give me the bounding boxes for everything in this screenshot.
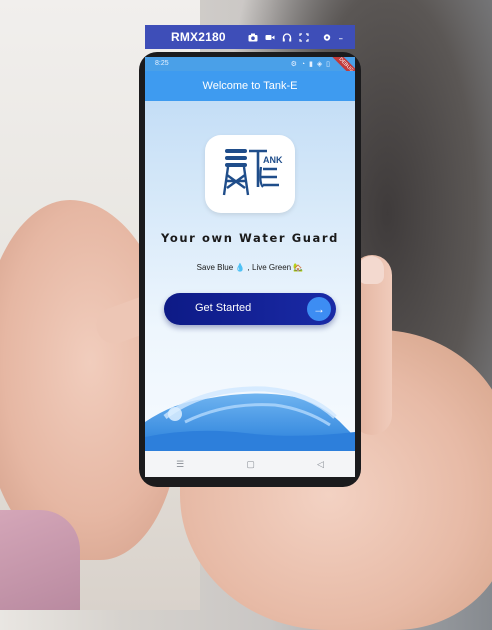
home-button[interactable]: ▢: [246, 459, 255, 470]
recents-button[interactable]: ☰: [176, 459, 184, 470]
get-started-label: Get Started: [195, 302, 252, 314]
video-icon[interactable]: [265, 33, 275, 42]
app-logo: ANK: [205, 135, 295, 213]
status-time: 8:25: [155, 60, 169, 67]
get-started-button[interactable]: Get Started →: [164, 293, 336, 325]
headset-icon[interactable]: [282, 32, 292, 42]
device-toolbar: RMX2180: [145, 25, 355, 49]
app-bar-title: Welcome to Tank-E: [145, 71, 355, 101]
status-icons: ⚙ ◔ ▮ ◈ ▯: [290, 61, 331, 68]
minimize-icon[interactable]: [338, 33, 345, 42]
app-screen: 8:25 ⚙ ◔ ▮ ◈ ▯ DEBUG Welcome to Tank-E A…: [145, 57, 355, 477]
system-navigation-bar: ☰ ▢ ◁: [145, 451, 355, 477]
tagline: Your own Water Guard: [160, 231, 340, 245]
slogan: Save Blue 💧 , Live Green 🏡: [196, 263, 304, 272]
device-name: RMX2180: [171, 30, 226, 44]
fingernail: [358, 256, 384, 284]
arrow-right-icon: →: [307, 297, 331, 321]
settings-icon[interactable]: [322, 33, 332, 42]
water-tank-logo-icon: ANK: [222, 149, 283, 196]
svg-text:ANK: ANK: [263, 155, 283, 165]
water-wave-illustration: [145, 386, 355, 457]
status-bar: 8:25 ⚙ ◔ ▮ ◈ ▯ DEBUG: [145, 57, 355, 85]
fullscreen-icon[interactable]: [299, 32, 309, 42]
sleeve: [0, 510, 80, 610]
back-button[interactable]: ◁: [317, 459, 324, 470]
camera-icon[interactable]: [248, 33, 258, 42]
